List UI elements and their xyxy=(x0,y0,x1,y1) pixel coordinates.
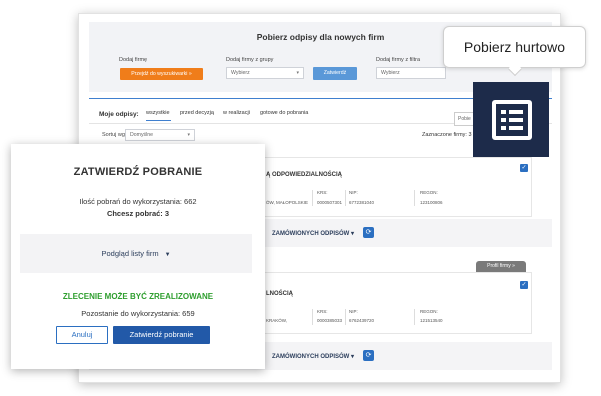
preview-label: Podgląd listy firm xyxy=(101,249,159,258)
nip-value: 6762439720 xyxy=(349,318,375,323)
nip-label: NIP: xyxy=(349,190,358,195)
regon-label: REGON: xyxy=(420,309,438,314)
field-divider xyxy=(312,309,313,325)
sort-label: Sortuj wg: xyxy=(102,132,127,138)
chevron-down-icon: ▾ xyxy=(187,132,190,138)
field-divider xyxy=(345,190,346,206)
available-downloads: Ilość pobrań do wykorzystania: 662 xyxy=(79,197,197,206)
company-list-preview-toggle[interactable]: Podgląd listy firm ▼ xyxy=(20,234,252,273)
company-name: Ą ODPOWIEDZIALNOŚCIĄ xyxy=(266,172,342,178)
approve-button[interactable]: Zatwierdź xyxy=(313,67,357,80)
sort-select[interactable]: Domyślne ▾ xyxy=(125,129,195,141)
regon-value: 121513540 xyxy=(420,318,443,323)
krs-value: 0000507301 xyxy=(317,200,343,205)
filter-select-value: Wybierz xyxy=(381,70,400,76)
tab-all[interactable]: wszystkie xyxy=(146,110,170,116)
field-divider xyxy=(414,309,415,325)
remaining-downloads: Pozostanie do wykorzystania: 659 xyxy=(81,309,195,318)
chevron-down-icon: ▾ xyxy=(296,70,299,76)
confirm-download-modal: ZATWIERDŹ POBRANIE Ilość pobrań do wykor… xyxy=(11,144,265,369)
active-tab-indicator xyxy=(146,120,171,121)
ordered-documents-toggle[interactable]: ZAMÓWIONYCH ODPISÓW ▾ xyxy=(272,353,354,360)
success-message: ZLECENIE MOŻE BYĆ ZREALIZOWANE xyxy=(62,292,214,301)
tab-before-decision[interactable]: przed decyzją xyxy=(180,110,214,116)
filter-select[interactable]: Wybierz xyxy=(376,67,446,79)
want-to-download: Chcesz pobrać: 3 xyxy=(106,209,170,218)
caret-down-icon: ▾ xyxy=(351,231,355,237)
caret-down-icon: ▼ xyxy=(164,252,171,258)
field-divider xyxy=(345,309,346,325)
tooltip-text: Pobierz hurtowo xyxy=(463,39,566,55)
krs-label: KRS: xyxy=(317,309,328,314)
krs-value: 0000385033 xyxy=(317,318,343,323)
nip-label: NIP: xyxy=(349,309,358,314)
list-icon xyxy=(492,100,532,140)
go-to-search-button[interactable]: Przejdź do wyszukiwarki » xyxy=(120,68,203,80)
nip-value: 6772381040 xyxy=(349,200,375,205)
bulk-download-tooltip: Pobierz hurtowo xyxy=(443,26,586,77)
refresh-icon[interactable]: ⟳ xyxy=(363,350,374,361)
my-documents-label: Moje odpisy: xyxy=(99,111,139,118)
bulk-download-button[interactable] xyxy=(473,82,549,157)
modal-title: ZATWIERDŹ POBRANIE xyxy=(73,166,203,178)
company-name: LNOŚCIĄ xyxy=(266,291,293,297)
group-select[interactable]: Wybierz ▾ xyxy=(226,67,304,79)
checkbox-checked[interactable]: ✓ xyxy=(520,281,528,289)
confirm-download-button[interactable]: Zatwierdź pobranie xyxy=(113,326,210,344)
group-select-value: Wybierz xyxy=(231,70,250,76)
sort-select-value: Domyślne xyxy=(130,132,154,138)
regon-label: REGON: xyxy=(420,190,438,195)
add-from-group-label: Dodaj firmy z grupy xyxy=(226,57,274,63)
regon-value: 123100806 xyxy=(420,200,443,205)
caret-down-icon: ▾ xyxy=(351,354,355,360)
checkbox-checked[interactable]: ✓ xyxy=(520,164,528,172)
company-location: ÓW, MAŁOPOLSKIE xyxy=(266,200,309,205)
refresh-icon[interactable]: ⟳ xyxy=(363,227,374,238)
add-company-label: Dodaj firmę xyxy=(119,57,148,63)
company-profile-tab[interactable]: Profil firmy » xyxy=(476,261,526,272)
company-location: KRAKÓW, xyxy=(266,318,288,323)
krs-label: KRS: xyxy=(317,190,328,195)
selected-companies-count: Zaznaczone firmy: 3 xyxy=(422,132,472,138)
cancel-button[interactable]: Anuluj xyxy=(56,326,108,344)
tab-in-progress[interactable]: w realizacji xyxy=(223,110,250,116)
add-from-filter-label: Dodaj firmy z filtra xyxy=(376,57,421,63)
ordered-documents-toggle[interactable]: ZAMÓWIONYCH ODPISÓW ▾ xyxy=(272,230,354,237)
field-divider xyxy=(312,190,313,206)
field-divider xyxy=(414,190,415,206)
tab-ready-to-download[interactable]: gotowe do pobrania xyxy=(260,110,308,116)
